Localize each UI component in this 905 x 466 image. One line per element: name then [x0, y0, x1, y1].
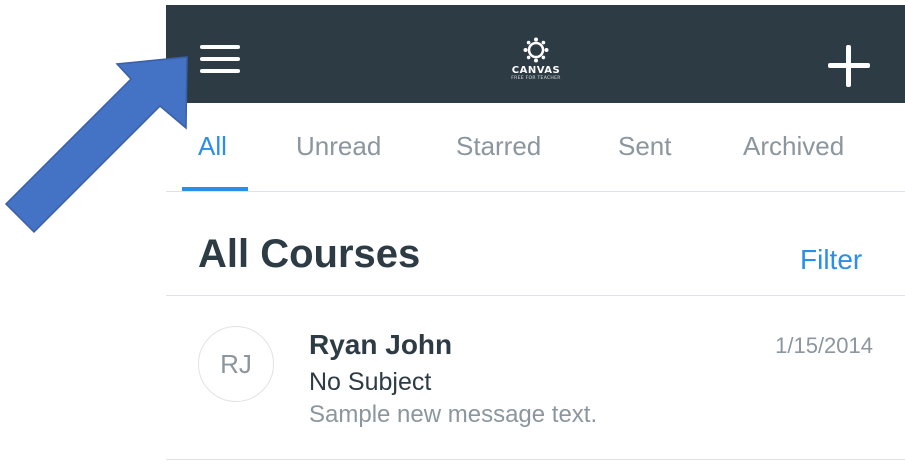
tab-sent[interactable]: Sent — [618, 131, 672, 162]
message-row[interactable]: RJ Ryan John No Subject Sample new messa… — [166, 296, 905, 460]
filter-button[interactable]: Filter — [800, 244, 862, 276]
message-date: 1/15/2014 — [775, 333, 873, 358]
canvas-logo: CANVAS FREE FOR TEACHER — [496, 37, 576, 93]
page-title: All Courses — [198, 232, 421, 276]
mailbox-tabs: All Unread Starred Sent Archived — [166, 103, 905, 192]
top-navigation-bar: CANVAS FREE FOR TEACHER — [166, 5, 905, 103]
tab-all[interactable]: All — [198, 131, 227, 162]
message-subject: No Subject — [309, 368, 432, 396]
tab-starred[interactable]: Starred — [456, 131, 541, 162]
compose-plus-icon[interactable] — [828, 45, 870, 87]
message-preview: Sample new message text. — [309, 401, 598, 428]
tab-unread[interactable]: Unread — [296, 131, 381, 162]
tab-archived[interactable]: Archived — [743, 131, 844, 162]
active-tab-indicator — [182, 187, 248, 191]
message-sender: Ryan John — [309, 329, 453, 360]
avatar: RJ — [198, 326, 274, 402]
inbox-screen: CANVAS FREE FOR TEACHER All Unread Starr… — [166, 5, 905, 461]
list-header: All Courses Filter — [166, 192, 905, 296]
hamburger-menu-icon[interactable] — [200, 43, 244, 77]
logo-tagline: FREE FOR TEACHER — [511, 76, 561, 81]
logo-wordmark: CANVAS — [511, 65, 561, 76]
canvas-logo-icon — [523, 37, 549, 63]
